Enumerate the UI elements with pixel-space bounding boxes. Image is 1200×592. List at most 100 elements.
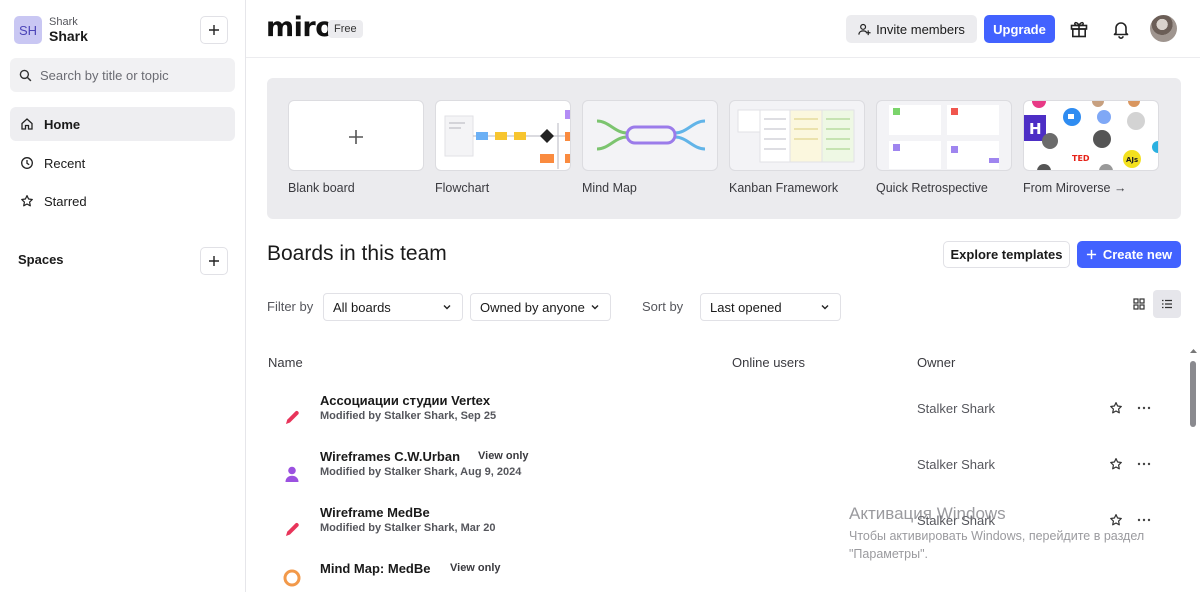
template-from-miroverse[interactable]: H TED AJs From Miroverse →: [1023, 100, 1159, 195]
svg-text:AJs: AJs: [1126, 156, 1138, 164]
chevron-down-icon: [821, 305, 829, 310]
scroll-up-arrow[interactable]: [1189, 347, 1198, 355]
board-title[interactable]: Wireframe MedBe: [320, 505, 430, 520]
sort-value: Last opened: [710, 299, 782, 315]
create-new-button[interactable]: Create new: [1077, 241, 1181, 268]
user-avatar[interactable]: [1150, 15, 1177, 42]
windows-activation-title: Активация Windows: [849, 504, 1006, 523]
board-filter-value: All boards: [333, 299, 391, 315]
template-label: Blank board: [288, 181, 355, 195]
pen-icon: [281, 407, 303, 429]
list-view-button[interactable]: [1153, 290, 1181, 318]
chevron-down-icon: [443, 305, 451, 310]
plus-icon: [209, 256, 219, 266]
upgrade-button[interactable]: Upgrade: [984, 15, 1055, 43]
top-header: miro Free Invite members Upgrade: [246, 0, 1200, 58]
retrospective-preview: [889, 105, 999, 169]
team-names: Shark Shark: [49, 16, 88, 45]
spaces-heading: Spaces: [18, 252, 64, 267]
filter-label: Filter by: [267, 299, 314, 314]
owner-filter-value: Owned by anyone: [480, 299, 585, 315]
bell-icon: [1113, 22, 1129, 39]
template-mind-map[interactable]: Mind Map: [582, 100, 718, 195]
gift-button[interactable]: [1067, 17, 1091, 41]
star-button[interactable]: [1109, 457, 1123, 476]
board-filter-select[interactable]: All boards: [323, 293, 463, 321]
board-modified: Modified by Stalker Shark, Aug 9, 2024: [320, 466, 522, 478]
notifications-button[interactable]: [1109, 17, 1133, 41]
search-box[interactable]: [10, 58, 235, 92]
column-header-online-users: Online users: [732, 355, 805, 370]
sidebar-item-starred[interactable]: Starred: [10, 184, 235, 218]
star-button[interactable]: [1109, 401, 1123, 420]
star-icon: [1110, 458, 1122, 470]
add-user-icon: [858, 23, 871, 35]
sidebar: SH Shark Shark Home Recent Starred Space…: [0, 0, 246, 592]
grid-view-button[interactable]: [1125, 290, 1153, 318]
clock-icon: [21, 157, 33, 169]
team-subtitle: Shark: [49, 15, 78, 28]
chevron-down-icon: [591, 305, 599, 310]
scrollbar[interactable]: [1188, 347, 1200, 592]
more-icon: [1137, 462, 1151, 466]
scroll-thumb[interactable]: [1190, 361, 1196, 427]
sidebar-item-label: Recent: [44, 155, 86, 171]
mindmap-preview: [596, 119, 706, 151]
star-icon: [21, 195, 33, 207]
sort-label: Sort by: [642, 299, 684, 314]
template-label: Mind Map: [582, 181, 637, 195]
template-kanban-framework[interactable]: Kanban Framework: [729, 100, 865, 195]
board-owner: Stalker Shark: [917, 457, 996, 472]
more-options-button[interactable]: [1137, 401, 1151, 418]
template-blank-board[interactable]: Blank board: [288, 100, 424, 195]
gift-icon: [1070, 21, 1088, 38]
grid-icon: [1133, 298, 1145, 310]
board-row[interactable]: Wireframes C.W.Urban View only Modified …: [267, 449, 1167, 505]
board-row[interactable]: Mind Map: MedBe View only: [267, 561, 1167, 592]
view-only-badge: View only: [450, 562, 501, 574]
svg-text:H: H: [1029, 120, 1042, 138]
template-label: From Miroverse →: [1023, 181, 1127, 195]
miro-logo[interactable]: miro: [266, 12, 334, 43]
template-thumbnail: [435, 100, 571, 171]
search-icon: [19, 69, 32, 81]
search-input[interactable]: [40, 67, 220, 83]
column-header-name[interactable]: Name: [268, 355, 303, 370]
home-icon: [21, 118, 33, 130]
windows-activation-text: Чтобы активировать Windows, перейдите в …: [849, 529, 1145, 561]
template-thumbnail: H TED AJs: [1023, 100, 1159, 171]
user-icon: [281, 463, 303, 485]
template-thumbnail: [729, 100, 865, 171]
pen-icon: [281, 519, 303, 541]
flowchart-preview: [444, 110, 570, 169]
explore-templates-button[interactable]: Explore templates: [943, 241, 1070, 268]
more-options-button[interactable]: [1137, 457, 1151, 474]
board-modified: Modified by Stalker Shark, Sep 25: [320, 410, 497, 422]
invite-members-button[interactable]: Invite members: [846, 15, 977, 43]
template-thumbnail: [582, 100, 718, 171]
add-space-button[interactable]: [200, 247, 228, 275]
template-flowchart[interactable]: Flowchart: [435, 100, 571, 195]
sidebar-item-home[interactable]: Home: [10, 107, 235, 141]
add-team-button[interactable]: [200, 16, 228, 44]
template-label: Flowchart: [435, 181, 490, 195]
template-strip: Blank board Flowchart Mind Map Kanban Fr…: [267, 78, 1181, 219]
board-title[interactable]: Mind Map: MedBe: [320, 561, 431, 576]
mindmap-icon: [281, 567, 303, 589]
star-icon: [1110, 402, 1122, 414]
board-owner: Stalker Shark: [917, 401, 996, 416]
sort-select[interactable]: Last opened: [700, 293, 841, 321]
board-row[interactable]: Ассоциации студии Vertex Modified by Sta…: [267, 393, 1167, 449]
template-label: Quick Retrospective: [876, 181, 988, 195]
boards-section-title: Boards in this team: [267, 242, 447, 265]
template-thumbnail: [876, 100, 1012, 171]
svg-text:TED: TED: [1072, 154, 1090, 163]
owner-filter-select[interactable]: Owned by anyone: [470, 293, 611, 321]
board-title[interactable]: Wireframes C.W.Urban: [320, 449, 460, 464]
board-title[interactable]: Ассоциации студии Vertex: [320, 393, 490, 408]
template-quick-retrospective[interactable]: Quick Retrospective: [876, 100, 1012, 195]
more-icon: [1137, 406, 1151, 410]
plus-icon: [1086, 249, 1096, 260]
sidebar-item-recent[interactable]: Recent: [10, 146, 235, 180]
column-header-owner[interactable]: Owner: [917, 355, 955, 370]
